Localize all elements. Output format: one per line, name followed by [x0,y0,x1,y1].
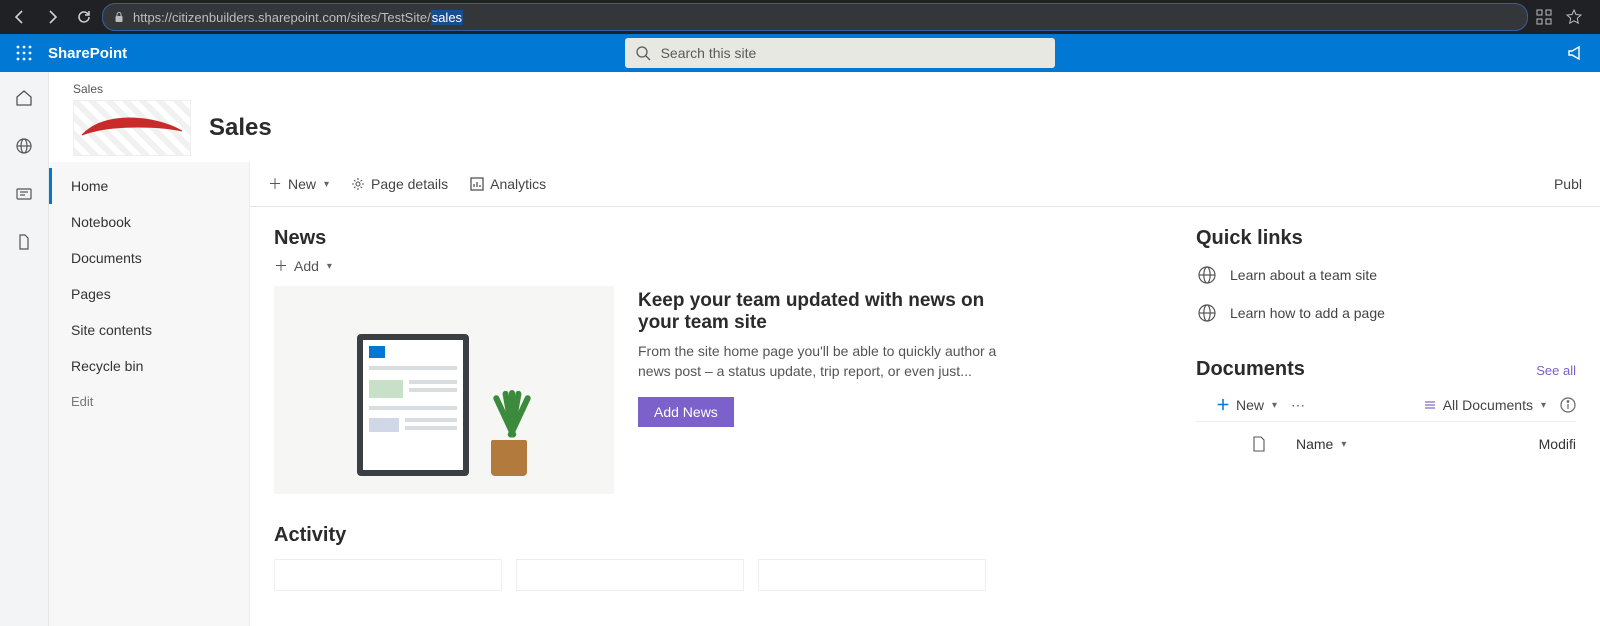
plus-icon: ＋ [1216,395,1230,415]
chevron-down-icon: ▾ [1541,400,1546,411]
forward-button[interactable] [38,3,66,31]
nav-notebook[interactable]: Notebook [49,204,249,240]
megaphone-icon[interactable] [1552,44,1600,62]
chevron-down-icon: ▾ [1272,400,1277,411]
site-left-nav: Home Notebook Documents Pages Site conte… [49,162,250,626]
more-icon[interactable]: ⋯ [1291,397,1305,414]
cmd-analytics[interactable]: Analytics [470,176,546,192]
nav-pages[interactable]: Pages [49,276,249,312]
chevron-down-icon: ▾ [324,179,329,190]
cmd-page-details[interactable]: Page details [351,176,448,192]
cmd-publish[interactable]: Publ [1554,176,1582,192]
breadcrumb[interactable]: Sales [73,82,1576,96]
quick-link-team-site[interactable]: Learn about a team site [1196,256,1576,294]
search-placeholder: Search this site [661,45,757,61]
command-bar: ＋ New ▾ Page details Analy [250,162,1600,207]
column-modified[interactable]: Modifi [1539,436,1576,452]
gear-icon [351,177,365,191]
reload-button[interactable] [70,3,98,31]
app-name[interactable]: SharePoint [48,45,127,62]
lock-icon [113,11,125,23]
news-body: From the site home page you'll be able t… [638,342,1008,381]
documents-heading: Documents [1196,358,1305,381]
chevron-down-icon: ▾ [327,261,332,272]
search-icon [635,45,651,61]
column-name[interactable]: Name ▾ [1296,436,1509,452]
cmd-new[interactable]: ＋ New ▾ [268,174,329,194]
plus-icon: ＋ [274,256,288,276]
site-header: Sales Sales [49,72,1600,162]
globe-icon [1196,264,1218,286]
address-bar[interactable]: https://citizenbuilders.sharepoint.com/s… [102,3,1528,31]
plus-icon: ＋ [268,174,282,194]
news-heading: News [274,227,1168,250]
news-title: Keep your team updated with news on your… [638,290,1008,334]
activity-card[interactable] [516,559,744,591]
nav-site-contents[interactable]: Site contents [49,312,249,348]
page-body: Sales Sales Home Notebook Documents Page… [0,72,1600,626]
file-type-icon [1252,436,1266,452]
nav-documents[interactable]: Documents [49,240,249,276]
chart-icon [470,177,484,191]
browser-chrome: https://citizenbuilders.sharepoint.com/s… [0,0,1600,34]
documents-view-selector[interactable]: All Documents ▾ [1423,397,1546,413]
documents-see-all[interactable]: See all [1536,363,1576,378]
app-launcher-icon[interactable] [0,45,48,61]
star-icon[interactable] [1566,9,1590,25]
documents-command-bar: ＋ New ▾ ⋯ All Documents [1196,387,1576,422]
site-title: Sales [209,114,272,142]
back-button[interactable] [6,3,34,31]
site-logo[interactable] [73,100,191,156]
suite-bar: SharePoint Search this site [0,34,1600,72]
nav-home[interactable]: Home [49,168,249,204]
quick-links-heading: Quick links [1196,227,1576,250]
quick-link-add-page[interactable]: Learn how to add a page [1196,294,1576,332]
home-rail-icon[interactable] [12,86,36,110]
activity-heading: Activity [274,524,1168,547]
nav-edit[interactable]: Edit [49,384,249,419]
list-icon [1423,398,1437,412]
activity-card[interactable] [274,559,502,591]
files-rail-icon[interactable] [12,230,36,254]
documents-table: Name ▾ Modifi [1196,422,1576,452]
news-rail-icon[interactable] [12,182,36,206]
search-input[interactable]: Search this site [625,38,1055,68]
activity-card[interactable] [758,559,986,591]
qr-icon[interactable] [1536,9,1560,25]
globe-icon [1196,302,1218,324]
info-icon[interactable] [1560,397,1576,413]
chevron-down-icon: ▾ [1341,439,1346,450]
documents-new-button[interactable]: ＋ New ▾ [1216,395,1277,415]
app-rail [0,72,49,626]
globe-rail-icon[interactable] [12,134,36,158]
nav-recycle-bin[interactable]: Recycle bin [49,348,249,384]
add-news-button[interactable]: Add News [638,397,734,427]
news-add-button[interactable]: ＋ Add ▾ [274,256,1168,276]
url-text: https://citizenbuilders.sharepoint.com/s… [133,10,463,25]
news-illustration [274,286,614,494]
